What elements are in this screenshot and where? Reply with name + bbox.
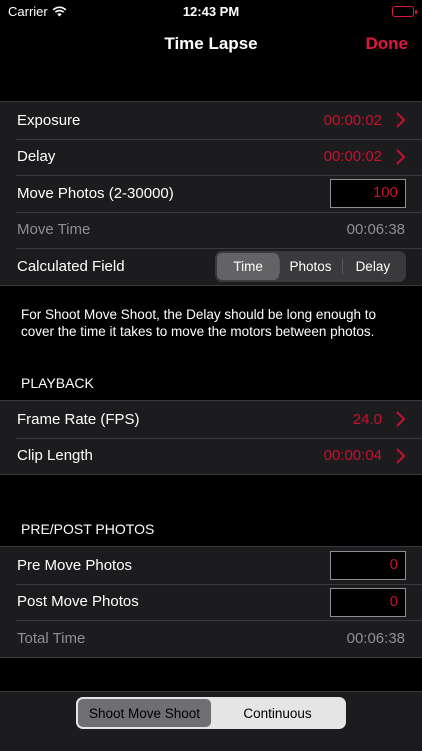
done-button[interactable]: Done	[366, 34, 409, 54]
move-photos-row: Move Photos (2-30000) 100	[0, 175, 422, 212]
status-time: 12:43 PM	[182, 4, 240, 19]
total-time-value: 00:06:38	[346, 629, 405, 647]
pre-move-photos-field[interactable]: 0	[330, 551, 406, 580]
playback-group: Frame Rate (FPS) 24.0 Clip Length 00:00:…	[0, 400, 422, 475]
mode-segmented-control: Shoot Move Shoot Continuous	[76, 697, 346, 729]
segment-time[interactable]: Time	[217, 253, 280, 280]
segment-photos[interactable]: Photos	[279, 253, 341, 280]
exposure-row[interactable]: Exposure 00:00:02	[0, 102, 422, 139]
move-time-row: Move Time 00:06:38	[0, 211, 422, 249]
pre-move-photos-row: Pre Move Photos 0	[0, 547, 422, 584]
pre-post-section-header: PRE/POST PHOTOS	[21, 521, 155, 537]
pre-post-group: Pre Move Photos 0 Post Move Photos 0 Tot…	[0, 546, 422, 658]
chevron-right-icon	[396, 148, 406, 165]
chevron-right-icon	[396, 411, 406, 427]
pre-move-photos-label: Pre Move Photos	[17, 556, 133, 574]
segment-delay[interactable]: Delay	[341, 253, 404, 280]
post-move-photos-row: Post Move Photos 0	[0, 583, 422, 621]
navigation-bar: Time Lapse Done	[0, 24, 422, 66]
calculated-field-label: Calculated Field	[17, 257, 125, 275]
total-time-row: Total Time 00:06:38	[0, 620, 422, 657]
clip-length-label: Clip Length	[17, 447, 93, 465]
frame-rate-label: Frame Rate (FPS)	[17, 410, 140, 428]
clip-length-row[interactable]: Clip Length 00:00:04	[0, 437, 422, 475]
move-photos-field[interactable]: 100	[330, 179, 406, 208]
page-title: Time Lapse	[164, 34, 258, 53]
calculated-field-segmented-control: Time Photos Delay	[215, 251, 406, 282]
mode-toolbar: Shoot Move Shoot Continuous	[0, 691, 422, 751]
delay-label: Delay	[17, 148, 56, 166]
mode-shoot-move-shoot[interactable]: Shoot Move Shoot	[78, 699, 211, 727]
chevron-right-icon	[396, 112, 406, 128]
frame-rate-value: 24.0	[352, 410, 382, 428]
clip-length-value: 00:00:04	[323, 447, 382, 465]
delay-row[interactable]: Delay 00:00:02	[0, 138, 422, 176]
mode-continuous[interactable]: Continuous	[211, 699, 344, 727]
total-time-label: Total Time	[17, 629, 86, 647]
post-move-photos-label: Post Move Photos	[17, 593, 139, 611]
move-time-value: 00:06:38	[346, 221, 405, 239]
post-move-photos-field[interactable]: 0	[330, 587, 406, 617]
shoot-move-shoot-note: For Shoot Move Shoot, the Delay should b…	[21, 307, 376, 339]
chevron-right-icon	[396, 447, 406, 464]
frame-rate-row[interactable]: Frame Rate (FPS) 24.0	[0, 401, 422, 438]
exposure-settings-group: Exposure 00:00:02 Delay 00:00:02 Move Ph…	[0, 101, 422, 286]
playback-section-header: PLAYBACK	[21, 375, 94, 391]
battery-icon	[392, 6, 417, 17]
move-time-label: Move Time	[17, 221, 91, 239]
calculated-field-row: Calculated Field Time Photos Delay	[0, 248, 422, 285]
status-bar: Carrier 12:43 PM	[0, 0, 422, 24]
exposure-label: Exposure	[17, 111, 81, 129]
move-photos-label: Move Photos (2-30000)	[17, 184, 174, 202]
delay-value: 00:00:02	[323, 148, 382, 166]
exposure-value: 00:00:02	[323, 111, 382, 129]
